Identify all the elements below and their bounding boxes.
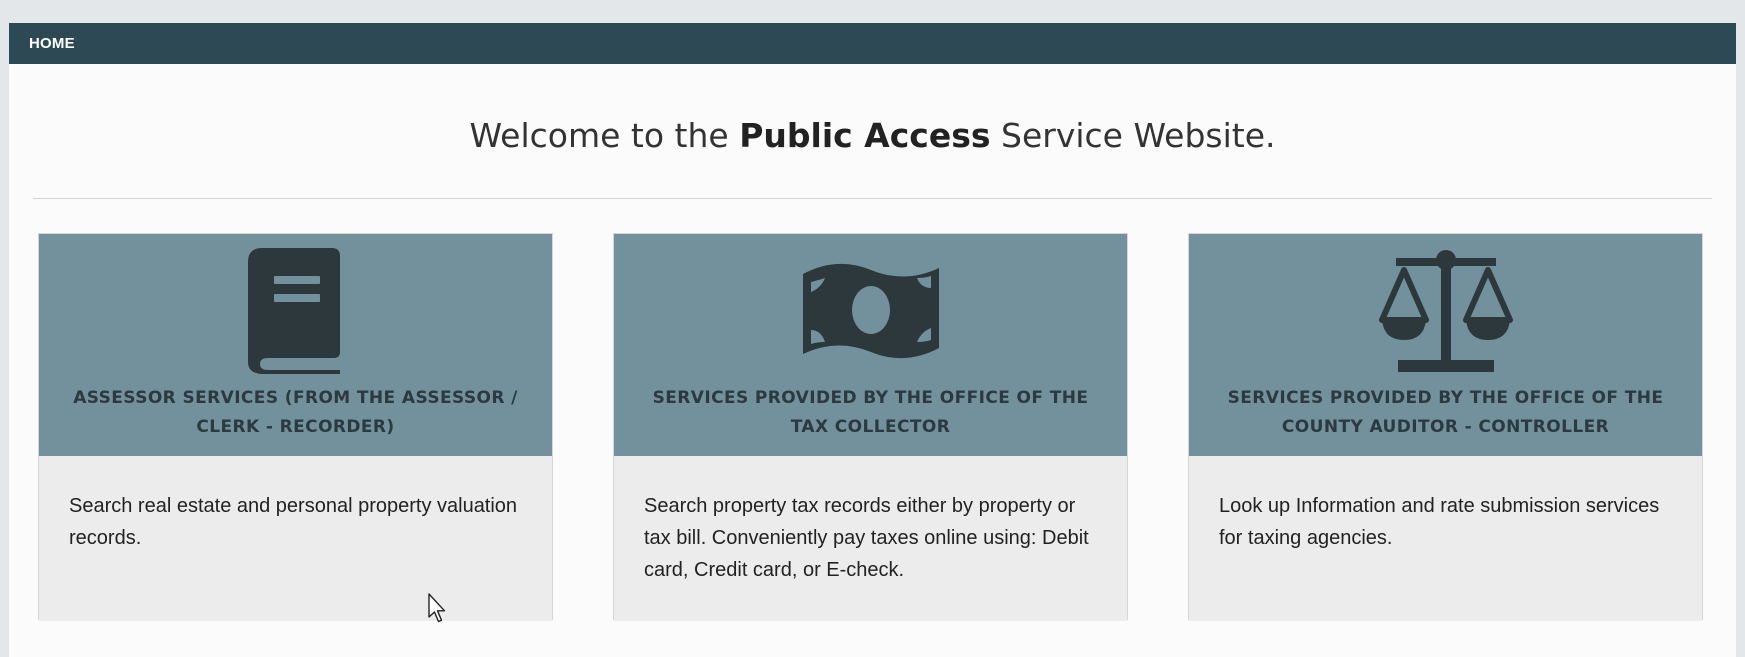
nav-home-link[interactable]: HOME <box>29 35 75 52</box>
card-header: SERVICES PROVIDED BY THE OFFICE OF THE C… <box>1189 234 1702 456</box>
service-cards: ASSESSOR SERVICES (FROM THE ASSESSOR / C… <box>38 233 1716 621</box>
card-description: Search property tax records either by pr… <box>614 456 1127 621</box>
card-header: ASSESSOR SERVICES (FROM THE ASSESSOR / C… <box>39 234 552 456</box>
card-title: SERVICES PROVIDED BY THE OFFICE OF THE T… <box>652 388 1089 437</box>
money-bill-icon <box>614 248 1127 374</box>
card-title: ASSESSOR SERVICES (FROM THE ASSESSOR / C… <box>73 388 518 437</box>
welcome-suffix: Service Website. <box>990 116 1276 155</box>
balance-scale-icon <box>1189 248 1702 374</box>
tax-collector-card[interactable]: SERVICES PROVIDED BY THE OFFICE OF THE T… <box>613 233 1128 621</box>
card-description: Search real estate and personal property… <box>39 456 552 621</box>
auditor-controller-card[interactable]: SERVICES PROVIDED BY THE OFFICE OF THE C… <box>1188 233 1703 621</box>
mouse-pointer-icon <box>428 593 446 623</box>
page: HOME Welcome to the Public Access Servic… <box>9 23 1736 657</box>
book-icon <box>39 248 552 374</box>
welcome-heading: Welcome to the Public Access Service Web… <box>9 116 1736 166</box>
welcome-bold: Public Access <box>739 116 991 155</box>
card-description: Look up Information and rate submission … <box>1189 456 1702 621</box>
card-header: SERVICES PROVIDED BY THE OFFICE OF THE T… <box>614 234 1127 456</box>
divider <box>33 198 1712 199</box>
top-navbar: HOME <box>9 23 1736 64</box>
welcome-prefix: Welcome to the <box>469 116 740 155</box>
card-title: SERVICES PROVIDED BY THE OFFICE OF THE C… <box>1227 388 1664 437</box>
assessor-services-card[interactable]: ASSESSOR SERVICES (FROM THE ASSESSOR / C… <box>38 233 553 621</box>
